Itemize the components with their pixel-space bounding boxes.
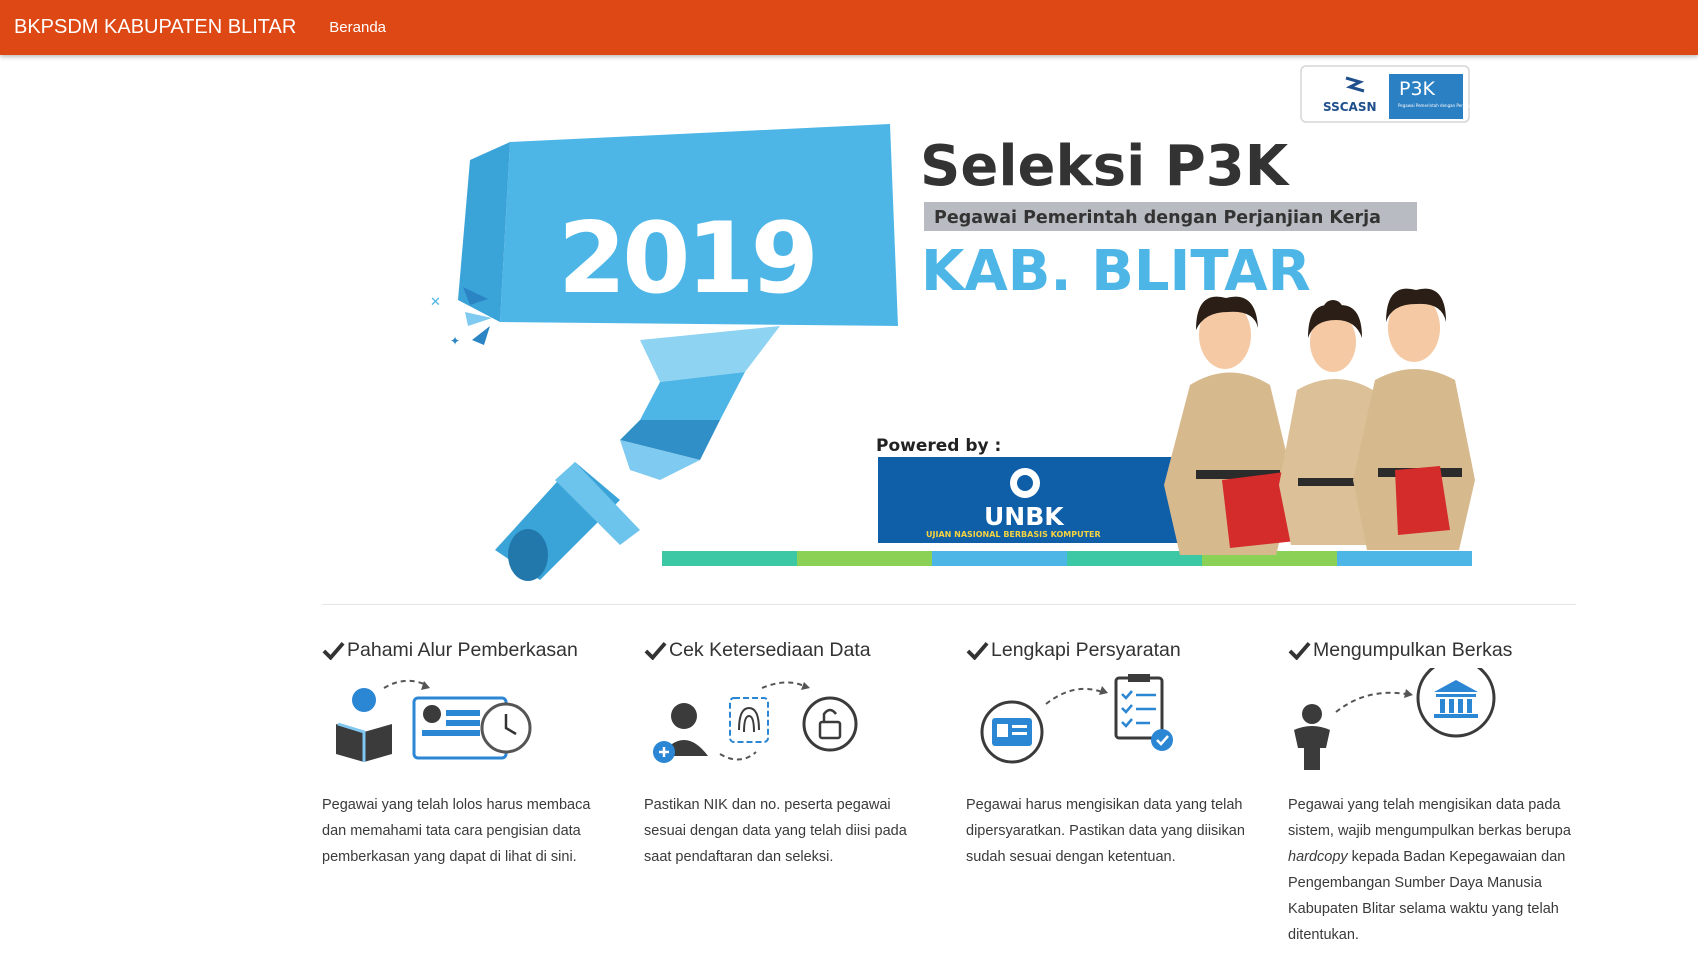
- svg-text:✕: ✕: [430, 295, 441, 310]
- p3k-logo-caption: Pegawai Pemerintah dengan Perjanjian Ker…: [1398, 103, 1488, 108]
- banner-image: SSCASN P3K Pegawai Pemerintah dengan Per…: [430, 65, 1488, 581]
- check-icon: [322, 642, 345, 660]
- sscasn-p3k-logo: SSCASN P3K Pegawai Pemerintah dengan Per…: [1300, 65, 1488, 123]
- banner-year: 2019: [558, 202, 815, 316]
- step-title: Lengkapi Persyaratan: [991, 638, 1181, 661]
- top-navbar: BKPSDM KABUPATEN BLITAR Beranda: [0, 0, 1698, 55]
- step-description: Pegawai yang telah mengisikan data pada …: [1288, 792, 1578, 948]
- step-pahami-alur: Pahami Alur Pemberkasan Pegawai yang tel…: [322, 636, 612, 870]
- banner-title: Seleksi P3K: [920, 134, 1291, 199]
- brand-link[interactable]: BKPSDM KABUPATEN BLITAR: [14, 16, 296, 39]
- banner-subtitle: Pegawai Pemerintah dengan Perjanjian Ker…: [934, 208, 1381, 228]
- user-fingerprint-lock-icon: [653, 681, 858, 763]
- section-divider: [322, 604, 1576, 605]
- check-icon: [1288, 642, 1311, 660]
- unbk-logo-text: UNBK: [984, 502, 1065, 531]
- color-stripe: [662, 551, 1472, 566]
- check-icon: [644, 642, 667, 660]
- step-title: Cek Ketersediaan Data: [669, 638, 871, 661]
- banner-region: KAB. BLITAR: [921, 239, 1311, 304]
- step-title-row: Lengkapi Persyaratan: [966, 636, 1256, 664]
- person-institution-icon: [1294, 668, 1496, 770]
- step-description: Pegawai harus mengisikan data yang telah…: [966, 797, 1245, 865]
- step-title-row: Cek Ketersediaan Data: [644, 636, 934, 664]
- id-card-checklist-icon: [980, 674, 1173, 764]
- step-description: Pegawai yang telah lolos harus membaca d…: [322, 797, 591, 865]
- sscasn-text: SSCASN: [1323, 100, 1377, 114]
- step-title: Pahami Alur Pemberkasan: [347, 638, 578, 661]
- svg-text:✦: ✦: [450, 334, 460, 348]
- step-title-row: Mengumpulkan Berkas: [1288, 636, 1578, 664]
- civil-servants-illustration: [1164, 288, 1475, 555]
- unbk-logo-tagline: UJIAN NASIONAL BERBASIS KOMPUTER: [926, 530, 1101, 539]
- step-mengumpulkan-berkas: Mengumpulkan Berkas Pegawai yang telah m…: [1288, 636, 1578, 948]
- banner-powered-by: Powered by :: [876, 436, 1001, 456]
- p3k-logo-text: P3K: [1399, 78, 1436, 100]
- nav-link-beranda[interactable]: Beranda: [329, 19, 386, 36]
- step-cek-data: Cek Ketersediaan Data Pastikan NIK dan n…: [644, 636, 934, 870]
- check-icon: [966, 642, 989, 660]
- step-description-emphasis: hardcopy: [1288, 849, 1348, 865]
- step-description-start: Pegawai yang telah mengisikan data pada …: [1288, 797, 1571, 839]
- step-lengkapi-persyaratan: Lengkapi Persyaratan Pegawai harus mengi…: [966, 636, 1256, 870]
- unbk-logo: UNBK UJIAN NASIONAL BERBASIS KOMPUTER: [878, 457, 1184, 543]
- step-title: Mengumpulkan Berkas: [1313, 638, 1513, 661]
- megaphone-graphic: ✕ ✦ 2019: [430, 124, 898, 581]
- step-title-row: Pahami Alur Pemberkasan: [322, 636, 612, 664]
- reader-computer-clock-icon: [336, 679, 532, 762]
- step-description: Pastikan NIK dan no. peserta pegawai ses…: [644, 797, 907, 865]
